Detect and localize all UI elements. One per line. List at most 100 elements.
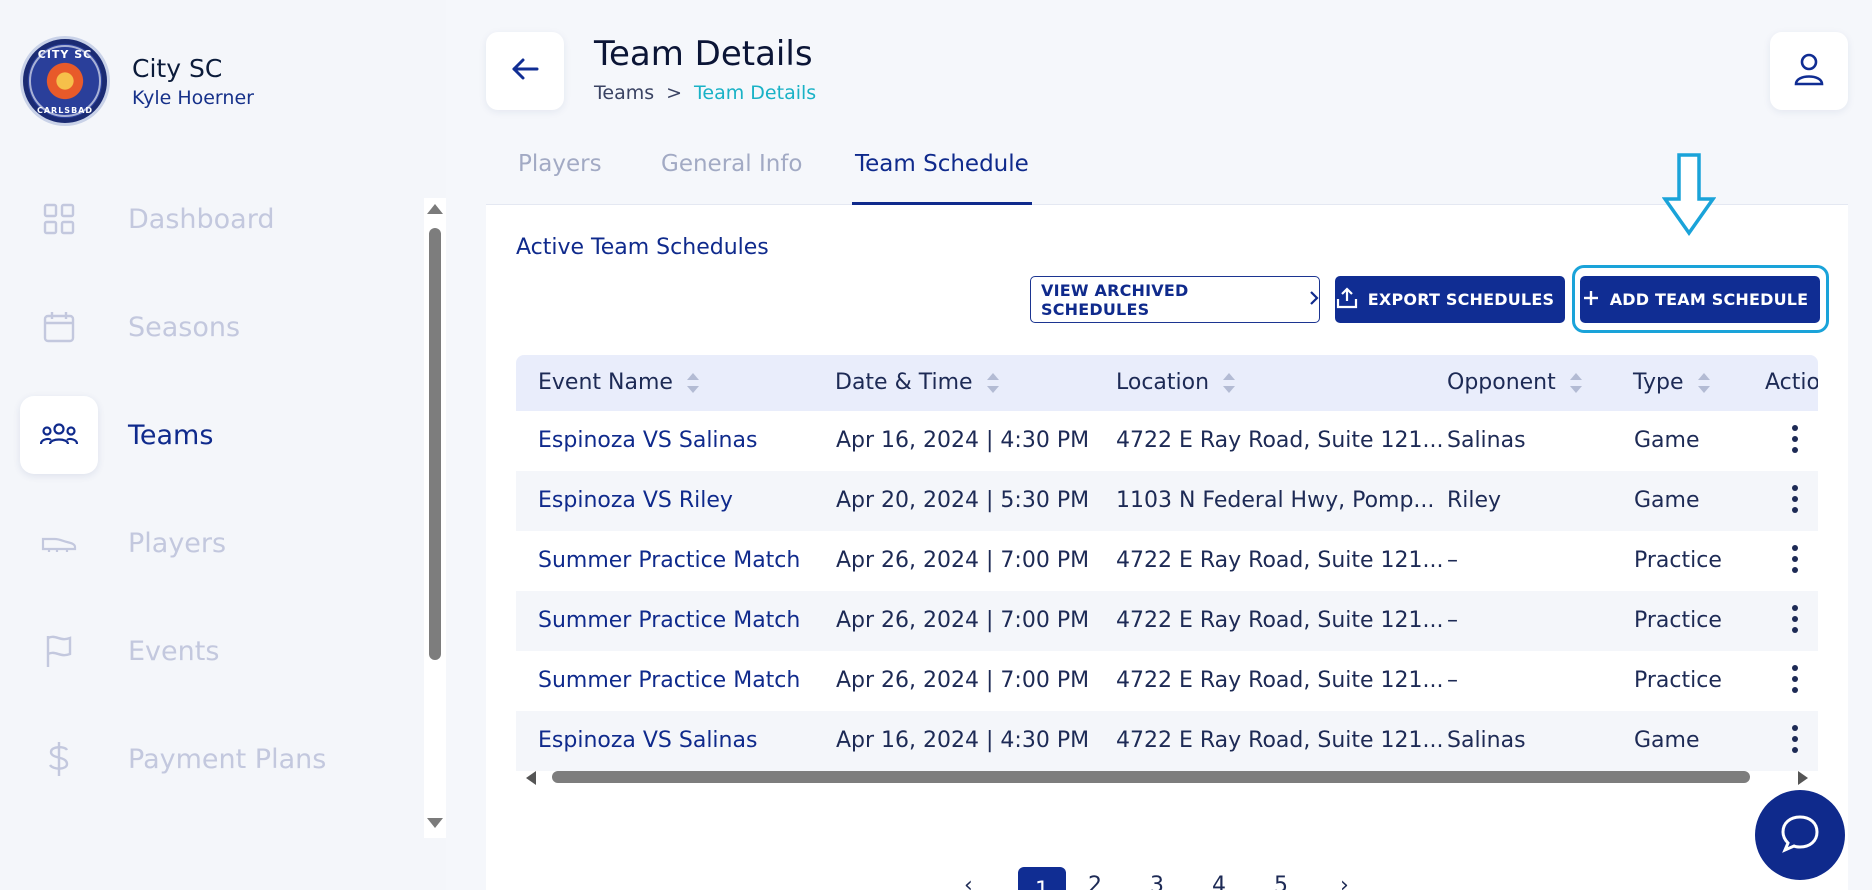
table-row[interactable]: Espinoza VS Salinas Apr 16, 2024 | 4:30 … — [516, 711, 1818, 771]
table-row[interactable]: Summer Practice Match Apr 26, 2024 | 7:0… — [516, 591, 1818, 651]
sidebar-item-label: Players — [128, 527, 227, 559]
more-actions-icon[interactable] — [1791, 605, 1799, 635]
user-icon — [1794, 52, 1824, 90]
sidebar-scrollbar[interactable] — [424, 198, 446, 838]
pagination-next[interactable]: › — [1340, 873, 1349, 890]
event-location: 4722 E Ray Road, Suite 121... — [1116, 608, 1444, 633]
table-row[interactable]: Espinoza VS Salinas Apr 16, 2024 | 4:30 … — [516, 411, 1818, 471]
column-header-opponent[interactable]: Opponent — [1447, 370, 1582, 395]
back-button[interactable] — [486, 32, 564, 110]
chat-bubble-icon — [1780, 813, 1820, 857]
export-schedules-button[interactable]: EXPORT SCHEDULES — [1335, 276, 1565, 323]
down-arrow-annotation-icon — [1662, 153, 1716, 237]
event-datetime: Apr 16, 2024 | 4:30 PM — [836, 428, 1090, 453]
pagination-page-3[interactable]: 3 — [1150, 873, 1164, 890]
more-actions-icon[interactable] — [1791, 545, 1799, 575]
sidebar-item-payment-plans[interactable]: Payment Plans — [20, 720, 410, 798]
event-name[interactable]: Espinoza VS Riley — [538, 488, 733, 513]
breadcrumb-current: Team Details — [694, 82, 817, 104]
more-actions-icon[interactable] — [1791, 425, 1799, 455]
sidebar: CITY SC CARLSBAD City SC Kyle Hoerner Da… — [0, 0, 446, 890]
club-name: City SC — [132, 53, 223, 83]
event-name[interactable]: Summer Practice Match — [538, 548, 800, 573]
sort-icon — [686, 372, 699, 393]
column-header-date-time[interactable]: Date & Time — [835, 370, 999, 395]
event-location: 4722 E Ray Road, Suite 121... — [1116, 548, 1444, 573]
tab-bar: Players General Info Team Schedule — [486, 145, 1848, 205]
column-header-actions: Actio — [1765, 370, 1818, 395]
event-name[interactable]: Espinoza VS Salinas — [538, 728, 757, 753]
chevron-right-icon — [1309, 290, 1319, 310]
column-header-type[interactable]: Type — [1633, 370, 1710, 395]
event-type: Game — [1634, 728, 1700, 753]
scroll-left-arrow-icon[interactable] — [526, 771, 536, 785]
pagination-page-5[interactable]: 5 — [1274, 873, 1288, 890]
section-title: Active Team Schedules — [516, 235, 769, 260]
scroll-down-arrow-icon[interactable] — [427, 818, 443, 828]
sidebar-item-seasons[interactable]: Seasons — [20, 288, 410, 366]
scroll-up-arrow-icon[interactable] — [427, 204, 443, 214]
scrollbar-thumb[interactable] — [552, 771, 1750, 783]
flag-icon — [20, 612, 98, 690]
more-actions-icon[interactable] — [1791, 665, 1799, 695]
add-button-highlight — [1572, 265, 1829, 333]
sidebar-item-players[interactable]: Players — [20, 504, 410, 582]
event-name[interactable]: Summer Practice Match — [538, 608, 800, 633]
column-header-location[interactable]: Location — [1116, 370, 1236, 395]
table-row[interactable]: Summer Practice Match Apr 26, 2024 | 7:0… — [516, 531, 1818, 591]
event-location: 4722 E Ray Road, Suite 121... — [1116, 428, 1444, 453]
tab-players[interactable]: Players — [518, 151, 602, 205]
pagination-page-2[interactable]: 2 — [1088, 873, 1102, 890]
event-opponent: – — [1447, 548, 1458, 573]
arrow-left-icon — [511, 57, 539, 85]
chat-support-button[interactable] — [1755, 790, 1845, 880]
event-location: 4722 E Ray Road, Suite 121... — [1116, 728, 1444, 753]
people-icon — [20, 396, 98, 474]
tab-team-schedule[interactable]: Team Schedule — [852, 151, 1032, 205]
sidebar-item-label: Events — [128, 635, 220, 667]
schedule-table: Event Name Date & Time Location Opponent… — [516, 355, 1818, 780]
event-opponent: – — [1447, 608, 1458, 633]
sidebar-item-dashboard[interactable]: Dashboard — [20, 180, 410, 258]
scrollbar-thumb[interactable] — [429, 228, 441, 660]
table-row[interactable]: Summer Practice Match Apr 26, 2024 | 7:0… — [516, 651, 1818, 711]
event-datetime: Apr 20, 2024 | 5:30 PM — [836, 488, 1090, 513]
sidebar-item-events[interactable]: Events — [20, 612, 410, 690]
breadcrumb: Teams > Team Details — [594, 82, 816, 104]
grid-icon — [20, 180, 98, 258]
event-name[interactable]: Summer Practice Match — [538, 668, 800, 693]
tab-general-info[interactable]: General Info — [661, 151, 802, 205]
event-type: Practice — [1634, 668, 1722, 693]
sidebar-item-label: Seasons — [128, 311, 241, 343]
event-type: Practice — [1634, 548, 1722, 573]
table-horizontal-scrollbar[interactable] — [516, 767, 1818, 787]
column-header-event-name[interactable]: Event Name — [538, 370, 699, 395]
upload-icon — [1336, 286, 1358, 313]
table-row[interactable]: Espinoza VS Riley Apr 20, 2024 | 5:30 PM… — [516, 471, 1818, 531]
event-datetime: Apr 26, 2024 | 7:00 PM — [836, 668, 1090, 693]
event-name[interactable]: Espinoza VS Salinas — [538, 428, 757, 453]
brand: CITY SC CARLSBAD City SC Kyle Hoerner — [20, 36, 254, 126]
pagination-page-4[interactable]: 4 — [1212, 873, 1226, 890]
more-actions-icon[interactable] — [1791, 725, 1799, 755]
event-opponent: Salinas — [1447, 428, 1526, 453]
event-datetime: Apr 26, 2024 | 7:00 PM — [836, 608, 1090, 633]
event-opponent: – — [1447, 668, 1458, 693]
pagination-prev[interactable]: ‹ — [964, 873, 973, 890]
view-archived-schedules-button[interactable]: VIEW ARCHIVED SCHEDULES — [1030, 276, 1320, 323]
pagination: ‹ 1 2 3 4 5 › — [956, 865, 1376, 890]
event-datetime: Apr 16, 2024 | 4:30 PM — [836, 728, 1090, 753]
pagination-page-1[interactable]: 1 — [1018, 867, 1066, 890]
user-profile-button[interactable] — [1770, 32, 1848, 110]
sort-icon — [986, 372, 999, 393]
sidebar-item-label: Dashboard — [128, 203, 275, 235]
calendar-icon — [20, 288, 98, 366]
breadcrumb-teams[interactable]: Teams — [594, 82, 654, 104]
event-location: 4722 E Ray Road, Suite 121... — [1116, 668, 1444, 693]
sidebar-item-teams[interactable]: Teams — [20, 396, 410, 474]
club-logo: CITY SC CARLSBAD — [20, 36, 110, 126]
more-actions-icon[interactable] — [1791, 485, 1799, 515]
cleat-icon — [20, 504, 98, 582]
dollar-icon — [20, 720, 98, 798]
scroll-right-arrow-icon[interactable] — [1798, 771, 1808, 785]
